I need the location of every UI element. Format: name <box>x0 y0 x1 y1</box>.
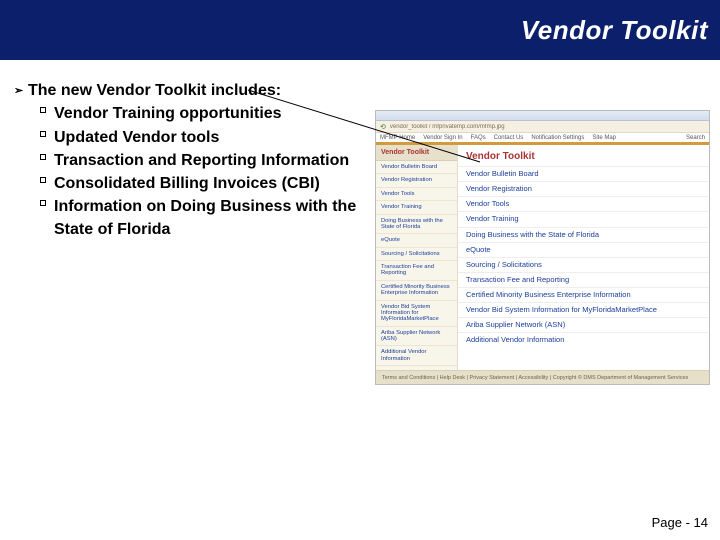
bullet-item: Vendor Training opportunities <box>54 102 364 125</box>
bullet-content: ➢ The new Vendor Toolkit includes: Vendo… <box>14 80 364 242</box>
bullet-item: Updated Vendor tools <box>54 126 364 149</box>
topnav-contact: Contact Us <box>494 135 524 141</box>
browser-toolbar: ⟲ vendor_toolkit / mfprivatemp.com/mfmp.… <box>376 121 709 133</box>
sidebar-item: Vendor Bid System Information for MyFlor… <box>376 301 457 327</box>
sidebar-item: Ariba Supplier Network (ASN) <box>376 327 457 347</box>
main-item: Additional Vendor Information <box>458 332 709 347</box>
screenshot-main: Vendor Toolkit Vendor Bulletin Board Ven… <box>458 145 709 370</box>
main-item: Sourcing / Solicitations <box>458 257 709 272</box>
title-bar: Vendor Toolkit <box>0 0 720 60</box>
main-item: eQuote <box>458 242 709 257</box>
topnav-sitemap: Site Map <box>592 135 616 141</box>
window-titlebar <box>376 111 709 121</box>
bullet-item: Consolidated Billing Invoices (CBI) <box>54 172 364 195</box>
site-topnav: MFMP Home Vendor Sign In FAQs Contact Us… <box>376 133 709 145</box>
main-item: Doing Business with the State of Florida <box>458 227 709 242</box>
square-bullet-icon <box>32 126 54 137</box>
topnav-search: Search <box>686 135 705 141</box>
topnav-home: MFMP Home <box>380 135 415 141</box>
sidebar-item: Certified Minority Business Enterprise I… <box>376 281 457 301</box>
topnav-signin: Vendor Sign In <box>423 135 462 141</box>
main-item: Vendor Training <box>458 211 709 226</box>
main-item: Certified Minority Business Enterprise I… <box>458 287 709 302</box>
sidebar-title: Vendor Toolkit <box>376 145 457 161</box>
sidebar-version: Version <box>376 384 457 385</box>
sub-bullet-list: Vendor Training opportunities Updated Ve… <box>32 102 364 241</box>
sidebar-item: Additional Vendor Information <box>376 346 457 366</box>
main-item: Vendor Bulletin Board <box>458 166 709 181</box>
sidebar-item: Sourcing / Solicitations <box>376 248 457 261</box>
intro-text: The new Vendor Toolkit includes: <box>28 80 281 102</box>
bullet-item: Information on Doing Business with the S… <box>54 195 364 241</box>
sidebar-item: eQuote <box>376 234 457 247</box>
main-item: Ariba Supplier Network (ASN) <box>458 317 709 332</box>
topnav-faq: FAQs <box>471 135 486 141</box>
main-title: Vendor Toolkit <box>458 145 709 166</box>
square-bullet-icon <box>32 195 54 206</box>
square-bullet-icon <box>32 172 54 183</box>
sidebar-item: Vendor Tools <box>376 188 457 201</box>
page-number: Page - 14 <box>652 515 708 530</box>
embedded-screenshot: ⟲ vendor_toolkit / mfprivatemp.com/mfmp.… <box>375 110 710 385</box>
topnav-notify: Notification Settings <box>531 135 584 141</box>
bullet-item: Transaction and Reporting Information <box>54 149 364 172</box>
screenshot-sidebar: Vendor Toolkit Vendor Bulletin Board Ven… <box>376 145 458 370</box>
page-title: Vendor Toolkit <box>521 15 708 46</box>
url-fragment: vendor_toolkit / mfprivatemp.com/mfmp.jp… <box>390 124 705 130</box>
sidebar-item: Vendor Training <box>376 201 457 214</box>
square-bullet-icon <box>32 149 54 160</box>
main-item: Vendor Tools <box>458 196 709 211</box>
main-item: Transaction Fee and Reporting <box>458 272 709 287</box>
sidebar-item: Doing Business with the State of Florida <box>376 215 457 235</box>
square-bullet-icon <box>32 102 54 113</box>
main-item: Vendor Bid System Information for MyFlor… <box>458 302 709 317</box>
sidebar-item: Vendor Bulletin Board <box>376 161 457 174</box>
sidebar-item: Transaction Fee and Reporting <box>376 261 457 281</box>
arrow-bullet-icon: ➢ <box>14 80 28 99</box>
sidebar-item: Vendor Registration <box>376 174 457 187</box>
screenshot-footer: Terms and Conditions | Help Desk | Priva… <box>376 370 709 384</box>
main-item: Vendor Registration <box>458 181 709 196</box>
back-icon: ⟲ <box>380 123 386 131</box>
